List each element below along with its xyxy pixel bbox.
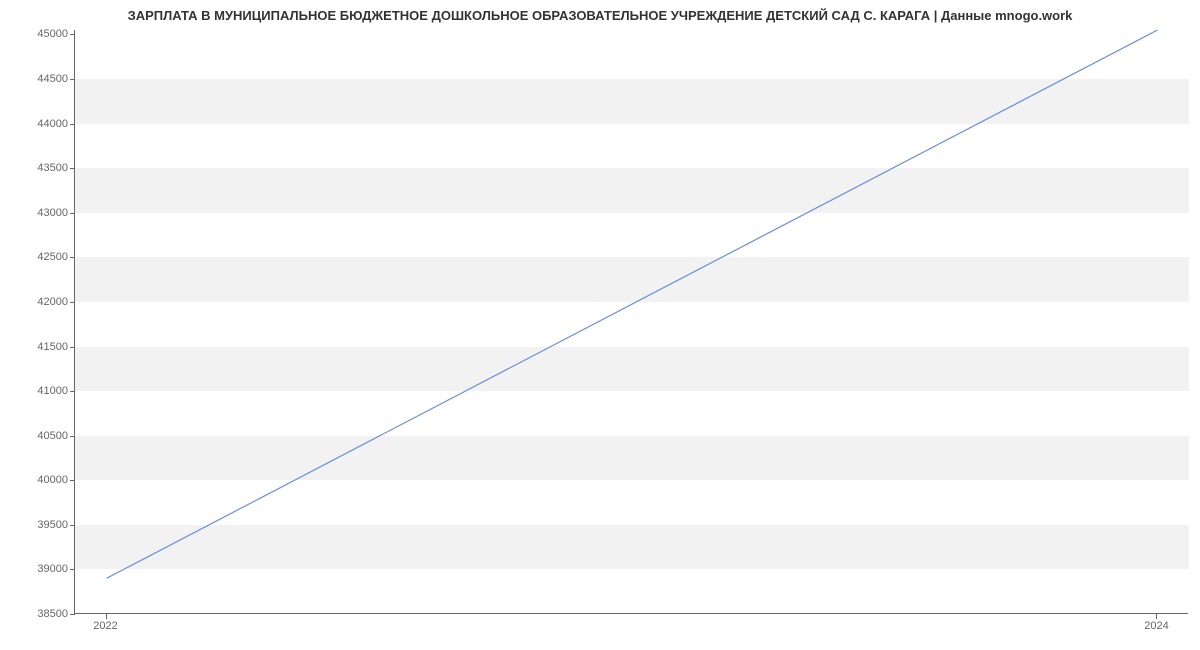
y-tick-label: 43500: [8, 162, 68, 174]
y-tick-label: 44000: [8, 118, 68, 130]
x-tick-label: 2022: [93, 620, 117, 632]
y-tick-mark: [70, 168, 75, 169]
y-tick-mark: [70, 213, 75, 214]
line-series: [75, 30, 1189, 614]
y-tick-mark: [70, 391, 75, 392]
x-tick-label: 2024: [1144, 620, 1168, 632]
y-tick-label: 43000: [8, 207, 68, 219]
y-tick-mark: [70, 525, 75, 526]
y-tick-mark: [70, 79, 75, 80]
y-tick-label: 38500: [8, 608, 68, 620]
chart-container: ЗАРПЛАТА В МУНИЦИПАЛЬНОЕ БЮДЖЕТНОЕ ДОШКО…: [0, 0, 1200, 650]
y-tick-label: 42500: [8, 251, 68, 263]
y-tick-mark: [70, 34, 75, 35]
x-tick-mark: [106, 614, 107, 619]
y-tick-mark: [70, 480, 75, 481]
y-tick-mark: [70, 614, 75, 615]
y-tick-mark: [70, 436, 75, 437]
y-tick-label: 42000: [8, 296, 68, 308]
y-tick-label: 40000: [8, 474, 68, 486]
y-tick-mark: [70, 302, 75, 303]
y-tick-label: 39000: [8, 563, 68, 575]
y-tick-mark: [70, 347, 75, 348]
y-tick-label: 41500: [8, 341, 68, 353]
y-tick-mark: [70, 124, 75, 125]
y-tick-label: 40500: [8, 430, 68, 442]
plot-area: [74, 30, 1188, 614]
chart-title: ЗАРПЛАТА В МУНИЦИПАЛЬНОЕ БЮДЖЕТНОЕ ДОШКО…: [0, 8, 1200, 23]
x-tick-mark: [1156, 614, 1157, 619]
y-tick-mark: [70, 569, 75, 570]
y-tick-label: 44500: [8, 73, 68, 85]
y-tick-label: 39500: [8, 519, 68, 531]
y-tick-mark: [70, 257, 75, 258]
y-tick-label: 45000: [8, 28, 68, 40]
y-tick-label: 41000: [8, 385, 68, 397]
